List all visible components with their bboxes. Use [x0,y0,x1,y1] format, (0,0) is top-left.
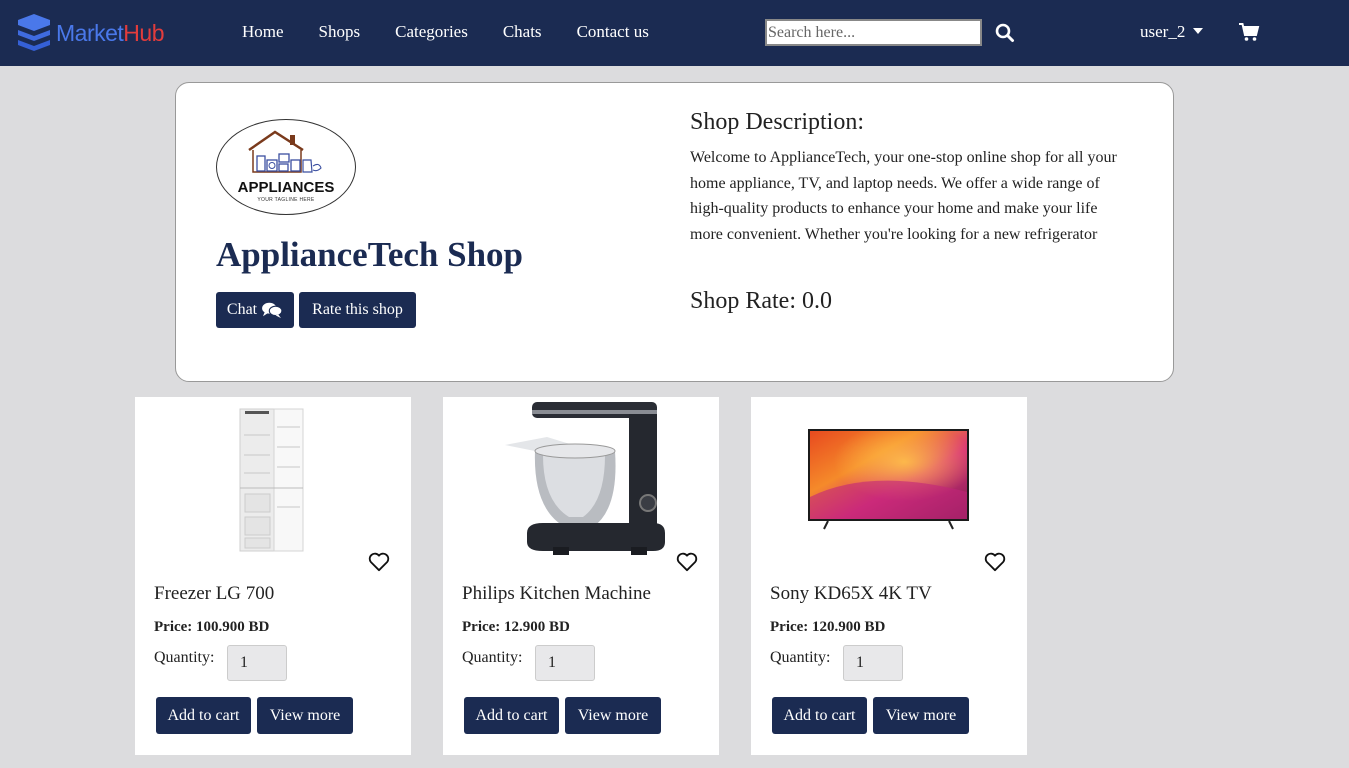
shop-logo: APPLIANCES YOUR TAGLINE HERE [216,119,356,215]
quantity-label: Quantity: [154,649,215,666]
product-price: Price: 120.900 BD [770,619,886,635]
chat-button[interactable]: Chat [216,292,294,328]
product-card: Freezer LG 700 Price: 100.900 BD Quantit… [135,397,411,755]
chat-button-label: Chat [226,301,258,318]
quantity-input[interactable] [843,645,903,681]
brand-name: MarketHub [56,19,164,46]
product-price: Price: 100.900 BD [154,619,270,635]
nav-home[interactable]: Home [242,22,284,42]
user-dropdown[interactable]: user_2 [1140,22,1204,42]
shop-rate-label: Shop Rate: [690,288,796,314]
cart-icon[interactable] [1238,21,1260,43]
nav-categories[interactable]: Categories [395,22,468,42]
view-more-button[interactable]: View more [257,697,353,734]
quantity-label: Quantity: [770,649,831,666]
shop-logo-tagline: YOUR TAGLINE HERE [257,197,315,203]
user-name: user_2 [1140,22,1186,41]
nav-chats[interactable]: Chats [503,22,542,42]
navbar: MarketHub Home Shops Categories Chats Co… [0,0,1349,66]
quantity-input[interactable] [535,645,595,681]
search-input[interactable] [765,19,982,46]
shop-description-title: Shop Description: [690,109,864,135]
search-icon[interactable] [994,22,1016,44]
shop-info-card: APPLIANCES YOUR TAGLINE HERE ApplianceTe… [175,82,1174,382]
add-to-cart-button[interactable]: Add to cart [772,697,867,734]
stand-mixer-image [505,402,665,555]
brand-logo-link[interactable]: MarketHub [16,12,164,54]
product-name: Philips Kitchen Machine [462,583,651,604]
rate-shop-button[interactable]: Rate this shop [299,292,416,328]
product-name: Sony KD65X 4K TV [770,583,932,604]
shop-name: ApplianceTech Shop [216,235,524,274]
heart-icon[interactable] [368,552,390,572]
fridge-image [239,408,304,552]
product-card: Sony KD65X 4K TV Price: 120.900 BD Quant… [751,397,1027,755]
quantity-input[interactable] [227,645,287,681]
add-to-cart-button[interactable]: Add to cart [464,697,559,734]
view-more-button[interactable]: View more [565,697,661,734]
nav-contact-us[interactable]: Contact us [577,22,649,42]
nav-shops[interactable]: Shops [319,22,361,42]
shop-rate-value: 0.0 [802,288,832,314]
product-price: Price: 12.900 BD [462,619,570,635]
comments-icon [262,302,283,319]
shop-rate: Shop Rate: 0.0 [690,288,832,315]
main-nav: Home Shops Categories Chats Contact us [242,22,684,42]
product-name: Freezer LG 700 [154,583,275,604]
shop-description-text: Welcome to ApplianceTech, your one-stop … [690,149,1117,243]
heart-icon[interactable] [676,552,698,572]
caret-down-icon [1193,28,1204,34]
television-image [808,429,969,530]
product-card: Philips Kitchen Machine Price: 12.900 BD… [443,397,719,755]
view-more-button[interactable]: View more [873,697,969,734]
add-to-cart-button[interactable]: Add to cart [156,697,251,734]
shop-logo-text: APPLIANCES [237,179,335,196]
stack-logo-icon [18,14,50,51]
heart-icon[interactable] [984,552,1006,572]
quantity-label: Quantity: [462,649,523,666]
